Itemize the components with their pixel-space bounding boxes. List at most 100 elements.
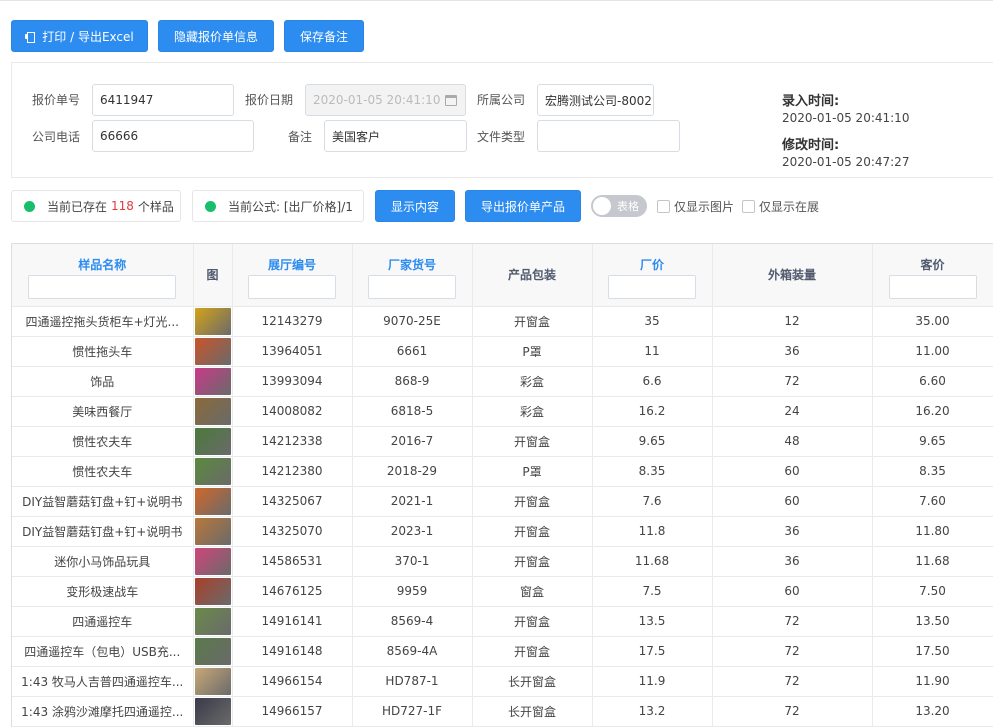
- cell-image[interactable]: [193, 666, 233, 697]
- file-type-label: 文件类型: [477, 130, 526, 144]
- cell-factory-no: 8569-4A: [352, 636, 473, 667]
- cell-image[interactable]: [193, 636, 233, 667]
- cell-package: 开窗盒: [472, 606, 593, 637]
- quote-date-value: 2020-01-05 20:41:10: [313, 93, 441, 107]
- checkbox-box[interactable]: [742, 200, 755, 213]
- col-sample-name: 样品名称: [12, 244, 194, 307]
- cell-outer-qty: 60: [712, 486, 873, 517]
- table-body: 四通遥控拖头货柜车+灯光... 12143279 9070-25E 开窗盒 35 12 35…: [12, 306, 993, 727]
- product-thumbnail-icon[interactable]: [194, 638, 231, 665]
- product-thumbnail-icon[interactable]: [194, 488, 231, 515]
- hide-quote-info-button[interactable]: 隐藏报价单信息: [158, 20, 274, 52]
- cell-image[interactable]: [193, 696, 233, 727]
- quote-no-field[interactable]: 6411947: [92, 84, 234, 116]
- cell-image[interactable]: [193, 576, 233, 607]
- col-factory-no-label[interactable]: 厂家货号: [353, 256, 472, 273]
- cell-image[interactable]: [193, 456, 233, 487]
- cell-image[interactable]: [193, 336, 233, 367]
- cell-image[interactable]: [193, 546, 233, 577]
- checkbox-box[interactable]: [657, 200, 670, 213]
- product-thumbnail-icon[interactable]: [194, 518, 231, 545]
- col-hall-no: 展厅编号: [232, 244, 353, 307]
- show-content-button[interactable]: 显示内容: [375, 190, 455, 222]
- table-row[interactable]: 四通遥控车（包电）USB充... 14916148 8569-4A 开窗盒 17.5 72…: [12, 636, 993, 667]
- file-type-field[interactable]: [537, 120, 680, 152]
- table-row[interactable]: 惯性拖头车 13964051 6661 P罩 11 36 11.00: [12, 336, 993, 367]
- only-images-label: 仅显示图片: [674, 200, 735, 214]
- cell-hall-no: 13964051: [232, 336, 353, 367]
- product-thumbnail-icon[interactable]: [194, 698, 231, 725]
- product-thumbnail-icon[interactable]: [194, 548, 231, 575]
- filter-hall-no-input[interactable]: [248, 275, 336, 299]
- print-export-button[interactable]: 打印 / 导出Excel: [11, 20, 148, 52]
- only-images-checkbox[interactable]: 仅显示图片: [657, 198, 734, 215]
- save-note-button[interactable]: 保存备注: [284, 20, 364, 52]
- cell-sample-name: 美味西餐厅: [12, 396, 194, 427]
- note-field[interactable]: 美国客户: [324, 120, 467, 152]
- quote-date-field[interactable]: 2020-01-05 20:41:10: [305, 84, 466, 116]
- product-thumbnail-icon[interactable]: [194, 398, 231, 425]
- cell-hall-no: 14212338: [232, 426, 353, 457]
- table-row[interactable]: DIY益智蘑菇钉盘+钉+说明书 14325070 2023-1 开窗盒 11.8 36 11…: [12, 516, 993, 547]
- cell-outer-qty: 48: [712, 426, 873, 457]
- cell-sample-name: 惯性农夫车: [12, 456, 194, 487]
- product-thumbnail-icon[interactable]: [194, 428, 231, 455]
- cell-hall-no: 14586531: [232, 546, 353, 577]
- quote-date-label: 报价日期: [245, 93, 294, 107]
- product-thumbnail-icon[interactable]: [194, 368, 231, 395]
- col-hall-no-label[interactable]: 展厅编号: [233, 256, 352, 273]
- table-row[interactable]: 四通遥控拖头货柜车+灯光... 12143279 9070-25E 开窗盒 35 12 35…: [12, 306, 993, 337]
- export-products-button[interactable]: 导出报价单产品: [465, 190, 581, 222]
- filter-sample-name-input[interactable]: [28, 275, 177, 299]
- cell-hall-no: 14916148: [232, 636, 353, 667]
- col-package: 产品包装: [472, 244, 593, 307]
- cell-package: 开窗盒: [472, 546, 593, 577]
- table-row[interactable]: 美味西餐厅 14008082 6818-5 彩盒 16.2 24 16.20: [12, 396, 993, 427]
- company-field[interactable]: 宏腾测试公司-8002: [537, 84, 654, 116]
- product-thumbnail-icon[interactable]: [194, 458, 231, 485]
- table-row[interactable]: 1:43 涂鸦沙滩摩托四通遥控... 14966157 HD727-1F 长开窗盒 13…: [12, 696, 993, 727]
- col-factory-no: 厂家货号: [352, 244, 473, 307]
- cell-image[interactable]: [193, 606, 233, 637]
- col-sample-name-label[interactable]: 样品名称: [12, 256, 193, 273]
- cell-image[interactable]: [193, 396, 233, 427]
- cell-package: 开窗盒: [472, 426, 593, 457]
- only-showroom-checkbox[interactable]: 仅显示在展: [742, 198, 819, 215]
- table-row[interactable]: 1:43 牧马人吉普四通遥控车... 14966154 HD787-1 长开窗盒 11.…: [12, 666, 993, 697]
- cell-outer-qty: 72: [712, 696, 873, 727]
- table-row[interactable]: 惯性农夫车 14212380 2018-29 P罩 8.35 60 8.35: [12, 456, 993, 487]
- product-thumbnail-icon[interactable]: [194, 308, 231, 335]
- cell-sample-name: 迷你小马饰品玩具: [12, 546, 194, 577]
- cell-client-price: 16.20: [872, 396, 993, 427]
- table-row[interactable]: 四通遥控车 14916141 8569-4 开窗盒 13.5 72 13.50: [12, 606, 993, 637]
- product-thumbnail-icon[interactable]: [194, 338, 231, 365]
- note-label: 备注: [288, 130, 313, 144]
- product-thumbnail-icon[interactable]: [194, 578, 231, 605]
- cell-factory-price: 16.2: [592, 396, 713, 427]
- cell-factory-no: HD727-1F: [352, 696, 473, 727]
- cell-client-price: 7.50: [872, 576, 993, 607]
- col-factory-price-label[interactable]: 厂价: [593, 256, 712, 273]
- table-row[interactable]: 变形极速战车 14676125 9959 窗盒 7.5 60 7.50: [12, 576, 993, 607]
- cell-hall-no: 14916141: [232, 606, 353, 637]
- cell-image[interactable]: [193, 516, 233, 547]
- product-thumbnail-icon[interactable]: [194, 608, 231, 635]
- table-row[interactable]: 饰品 13993094 868-9 彩盒 6.6 72 6.60: [12, 366, 993, 397]
- sample-count-chip: 当前已存在 118 个样品: [11, 190, 181, 222]
- print-export-label: 打印 / 导出Excel: [42, 29, 134, 44]
- cell-image[interactable]: [193, 366, 233, 397]
- cell-image[interactable]: [193, 426, 233, 457]
- filter-factory-no-input[interactable]: [368, 275, 456, 299]
- table-row[interactable]: DIY益智蘑菇钉盘+钉+说明书 14325067 2021-1 开窗盒 7.6 60 7.6…: [12, 486, 993, 517]
- table-row[interactable]: 迷你小马饰品玩具 14586531 370-1 开窗盒 11.68 36 11.68: [12, 546, 993, 577]
- filter-client-price-input[interactable]: [888, 275, 977, 299]
- cell-image[interactable]: [193, 306, 233, 337]
- table-view-toggle[interactable]: 表格: [591, 195, 647, 217]
- phone-label: 公司电话: [32, 130, 81, 144]
- product-thumbnail-icon[interactable]: [194, 668, 231, 695]
- table-row[interactable]: 惯性农夫车 14212338 2016-7 开窗盒 9.65 48 9.65: [12, 426, 993, 457]
- filter-factory-price-input[interactable]: [608, 275, 696, 299]
- phone-field[interactable]: 66666: [92, 120, 254, 152]
- cell-sample-name: DIY益智蘑菇钉盘+钉+说明书: [12, 516, 194, 547]
- cell-image[interactable]: [193, 486, 233, 517]
